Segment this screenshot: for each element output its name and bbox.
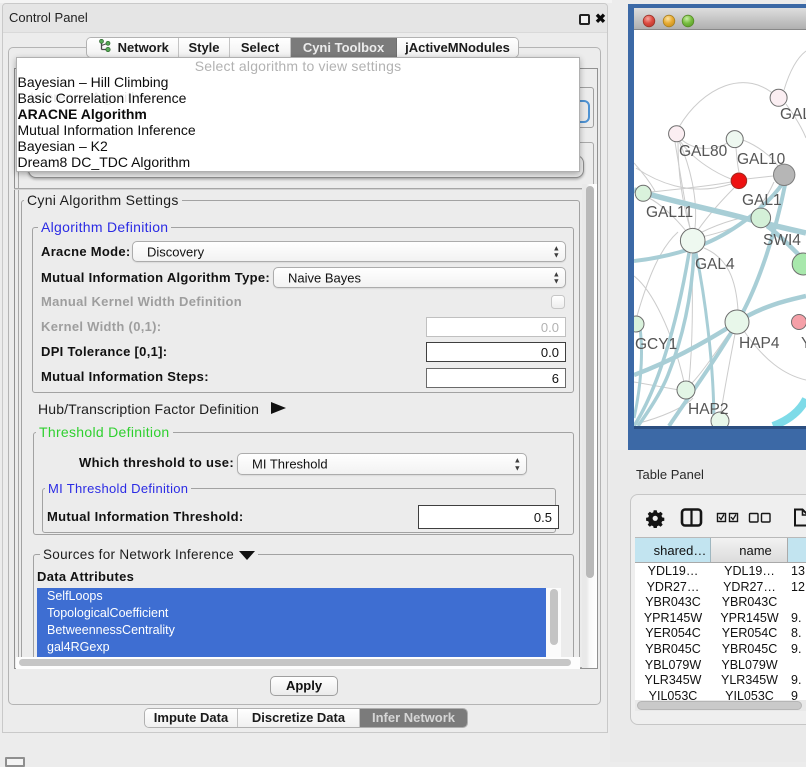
- svg-text:HAP4: HAP4: [739, 335, 780, 352]
- svg-text:GAL1: GAL1: [742, 192, 782, 209]
- svg-text:Y: Y: [801, 335, 806, 352]
- svg-text:GAL10: GAL10: [737, 151, 786, 168]
- svg-text:HAP2: HAP2: [688, 401, 729, 418]
- svg-text:GCY1: GCY1: [635, 336, 677, 353]
- svg-text:GAL80: GAL80: [679, 143, 728, 160]
- svg-text:GAL4: GAL4: [695, 256, 735, 273]
- svg-text:SWI4: SWI4: [763, 232, 801, 249]
- svg-text:GAL11: GAL11: [646, 204, 693, 221]
- svg-text:GAL: GAL: [780, 106, 806, 123]
